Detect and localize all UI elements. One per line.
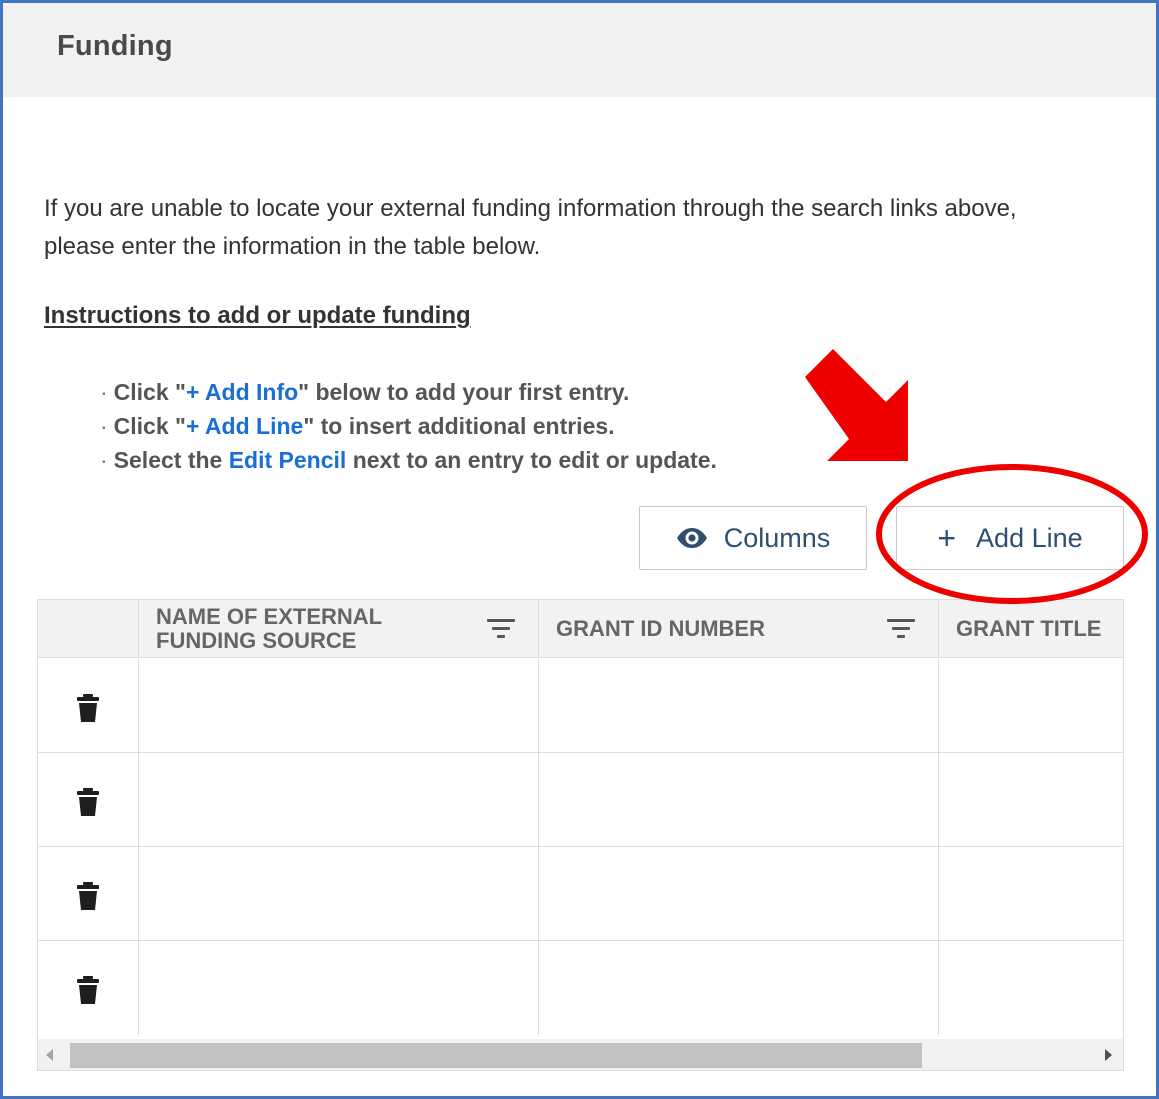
panel-title: Funding: [57, 30, 173, 62]
panel-header: Funding: [3, 3, 1156, 97]
horizontal-scrollbar[interactable]: [38, 1039, 1123, 1070]
table-header: NAME OF EXTERNAL FUNDING SOURCE GRANT ID…: [38, 600, 1123, 658]
intro-text: If you are unable to locate your externa…: [44, 195, 1017, 260]
table-cell[interactable]: [139, 753, 539, 847]
table-cell[interactable]: [139, 847, 539, 941]
instruction-item: · Click "+ Add Line" to insert additional…: [100, 413, 615, 439]
table-row: [38, 753, 1123, 847]
table-cell[interactable]: [539, 941, 939, 1035]
instruction-text: next to an entry to edit or update.: [346, 447, 717, 473]
action-cell: [38, 659, 139, 753]
trash-icon[interactable]: [77, 788, 99, 816]
table-cell[interactable]: [139, 659, 539, 753]
filter-icon[interactable]: [487, 619, 515, 641]
instruction-text: Click ": [113, 413, 186, 439]
table-cell[interactable]: [539, 753, 939, 847]
table-row: [38, 941, 1123, 1035]
column-header-label: GRANT TITLE: [956, 616, 1102, 641]
add-line-label: Add Line: [976, 522, 1083, 553]
instruction-highlight: + Add Info: [185, 379, 299, 405]
trash-icon[interactable]: [77, 976, 99, 1004]
instruction-item: · Click "+ Add Info" below to add your fi…: [100, 379, 630, 405]
column-header-grant-title[interactable]: GRANT TITLE: [939, 600, 1123, 658]
columns-button[interactable]: Columns: [639, 506, 867, 570]
scrollbar-thumb[interactable]: [70, 1043, 922, 1068]
red-arrow-icon: [805, 349, 908, 461]
table-row: [38, 847, 1123, 941]
table-cell[interactable]: [539, 659, 939, 753]
table-cell[interactable]: [139, 941, 539, 1035]
column-header-grant-id[interactable]: GRANT ID NUMBER: [539, 600, 939, 658]
action-cell: [38, 847, 139, 941]
eye-icon: [676, 527, 708, 549]
instruction-text: Click ": [113, 379, 186, 405]
table-cell[interactable]: [939, 847, 1123, 941]
action-cell: [38, 753, 139, 847]
plus-icon: +: [937, 520, 957, 556]
instruction-text: " to insert additional entries.: [303, 413, 615, 439]
columns-label: Columns: [723, 522, 831, 553]
add-line-button[interactable]: + Add Line: [896, 506, 1124, 570]
instruction-highlight: + Add Line: [185, 413, 304, 439]
filter-icon[interactable]: [887, 619, 915, 641]
instructions-heading: Instructions to add or update funding: [44, 302, 471, 329]
table-cell[interactable]: [939, 753, 1123, 847]
instruction-highlight: Edit Pencil: [228, 447, 347, 473]
funding-panel: Funding If you are unable to locate your…: [0, 0, 1159, 1099]
scroll-left-arrow-icon[interactable]: [46, 1049, 53, 1061]
column-header-label: NAME OF EXTERNAL FUNDING SOURCE: [156, 604, 382, 653]
action-cell: [38, 941, 139, 1035]
trash-icon[interactable]: [77, 694, 99, 722]
trash-icon[interactable]: [77, 882, 99, 910]
table-row: [38, 659, 1123, 753]
table-cell[interactable]: [939, 941, 1123, 1035]
table-cell[interactable]: [939, 659, 1123, 753]
header-action-cell: [38, 600, 139, 658]
table-cell[interactable]: [539, 847, 939, 941]
column-header-label: GRANT ID NUMBER: [556, 616, 765, 641]
column-header-funding-source[interactable]: NAME OF EXTERNAL FUNDING SOURCE: [139, 600, 539, 658]
instruction-text: Select the: [113, 447, 229, 473]
funding-table: NAME OF EXTERNAL FUNDING SOURCE GRANT ID…: [37, 599, 1124, 1071]
scroll-right-arrow-icon[interactable]: [1105, 1049, 1112, 1061]
instruction-text: " below to add your first entry.: [298, 379, 630, 405]
instructions-list: · Click "+ Add Info" below to add your fi…: [100, 375, 717, 477]
instruction-item: · Select the Edit Pencil next to an entry…: [100, 447, 717, 473]
